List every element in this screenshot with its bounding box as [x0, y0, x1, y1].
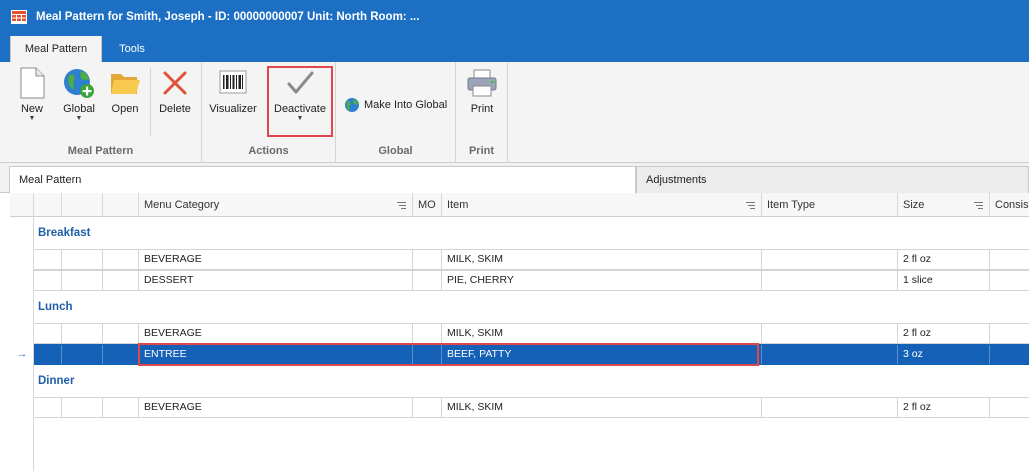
cell-size[interactable]: 1 slice: [898, 271, 990, 290]
title-bar: Meal Pattern for Smith, Joseph - ID: 000…: [0, 0, 1029, 36]
cell-item[interactable]: MILK, SKIM: [442, 250, 762, 269]
visualizer-button[interactable]: Visualizer: [207, 67, 259, 139]
barcode-icon: [219, 70, 247, 94]
group-label-meal-pattern: Meal Pattern: [67, 145, 134, 157]
ribbon: New ▼ Global ▼ Open Delete Meal Pattern …: [0, 62, 1029, 163]
cell-item[interactable]: MILK, SKIM: [442, 398, 762, 417]
folder-open-icon: [111, 74, 140, 94]
header-menu-category[interactable]: Menu Category: [139, 193, 413, 217]
cell-consistency[interactable]: [990, 398, 1029, 417]
header-blank-cell-1: [34, 193, 62, 217]
grid-app-icon: [11, 10, 27, 24]
window-title: Meal Pattern for Smith, Joseph - ID: 000…: [36, 11, 420, 23]
deactivate-highlight-box: [267, 66, 333, 137]
cell-item[interactable]: MILK, SKIM: [442, 324, 762, 343]
open-button[interactable]: Open: [106, 67, 144, 139]
pane-tab-strip: Meal Pattern Adjustments: [0, 163, 1029, 193]
sort-icon: [746, 202, 755, 209]
meal-pattern-grid: Menu Category MO Item Item Type Size Con…: [10, 193, 1029, 471]
cell-menu-category[interactable]: BEVERAGE: [139, 398, 413, 417]
dropdown-arrow-icon: ▼: [28, 115, 36, 122]
cell-mo[interactable]: [413, 324, 442, 343]
header-indicator-cell: [10, 193, 34, 217]
global-button[interactable]: Global ▼: [58, 67, 100, 139]
header-item[interactable]: Item: [442, 193, 762, 217]
cell-menu-category[interactable]: BEVERAGE: [139, 324, 413, 343]
sort-icon: [974, 202, 983, 209]
globe-add-icon: [64, 69, 94, 98]
header-item-type[interactable]: Item Type: [762, 193, 898, 217]
cell-mo[interactable]: [413, 271, 442, 290]
cell-item-type[interactable]: [762, 250, 898, 269]
make-into-global-button[interactable]: Make Into Global: [344, 95, 447, 115]
group-label-print: Print: [468, 145, 495, 157]
header-size[interactable]: Size: [898, 193, 990, 217]
pane-tab-meal-pattern[interactable]: Meal Pattern: [9, 166, 636, 193]
cell-consistency[interactable]: [990, 250, 1029, 269]
cell-consistency[interactable]: [990, 324, 1029, 343]
dropdown-arrow-icon: ▼: [75, 115, 83, 122]
cell-menu-category[interactable]: DESSERT: [139, 271, 413, 290]
ribbon-separator: [150, 68, 151, 136]
cell-size[interactable]: 2 fl oz: [898, 398, 990, 417]
header-consistency[interactable]: Consist: [990, 193, 1029, 217]
new-button[interactable]: New ▼: [12, 67, 52, 139]
group-label-actions: Actions: [248, 145, 289, 157]
globe-icon: [345, 98, 359, 112]
table-row[interactable]: BEVERAGE MILK, SKIM 2 fl oz: [34, 323, 1029, 344]
cell-item-type[interactable]: [762, 345, 898, 364]
grid-header: Menu Category MO Item Item Type Size Con…: [10, 193, 1029, 217]
cell-size[interactable]: 2 fl oz: [898, 324, 990, 343]
delete-x-icon: [163, 71, 187, 95]
selected-row-highlight-box: [138, 343, 759, 366]
group-row-dinner[interactable]: Dinner: [10, 366, 1029, 398]
ribbon-group-print: Print Print: [456, 62, 508, 162]
cell-mo[interactable]: [413, 250, 442, 269]
current-row-arrow-icon: →: [16, 348, 28, 360]
table-row[interactable]: BEVERAGE MILK, SKIM 2 fl oz: [34, 249, 1029, 270]
group-label-global: Global: [378, 145, 413, 157]
cell-size[interactable]: 3 oz: [898, 345, 990, 364]
ribbon-tab-strip: Meal Pattern Tools: [0, 36, 1029, 62]
table-row[interactable]: BEVERAGE MILK, SKIM 2 fl oz: [34, 397, 1029, 418]
cell-consistency[interactable]: [990, 345, 1029, 364]
printer-icon: [467, 69, 497, 97]
header-mo[interactable]: MO: [413, 193, 442, 217]
cell-size[interactable]: 2 fl oz: [898, 250, 990, 269]
sort-icon: [397, 202, 406, 209]
cell-item-type[interactable]: [762, 271, 898, 290]
cell-consistency[interactable]: [990, 271, 1029, 290]
cell-item[interactable]: PIE, CHERRY: [442, 271, 762, 290]
cell-item-type[interactable]: [762, 324, 898, 343]
ribbon-group-meal-pattern: New ▼ Global ▼ Open Delete Meal Pattern: [0, 62, 202, 162]
pane-tab-adjustments[interactable]: Adjustments: [636, 166, 1029, 193]
new-document-icon: [20, 67, 45, 99]
header-blank-cell-3: [103, 193, 139, 217]
cell-menu-category[interactable]: BEVERAGE: [139, 250, 413, 269]
delete-button[interactable]: Delete: [155, 67, 195, 139]
group-row-breakfast[interactable]: Breakfast: [10, 218, 1029, 250]
cell-item-type[interactable]: [762, 398, 898, 417]
group-row-lunch[interactable]: Lunch: [10, 292, 1029, 324]
print-button[interactable]: Print: [461, 67, 503, 139]
cell-mo[interactable]: [413, 398, 442, 417]
tab-meal-pattern[interactable]: Meal Pattern: [10, 36, 102, 62]
header-blank-cell-2: [62, 193, 103, 217]
table-row[interactable]: DESSERT PIE, CHERRY 1 slice: [34, 270, 1029, 291]
tab-tools[interactable]: Tools: [106, 36, 158, 62]
